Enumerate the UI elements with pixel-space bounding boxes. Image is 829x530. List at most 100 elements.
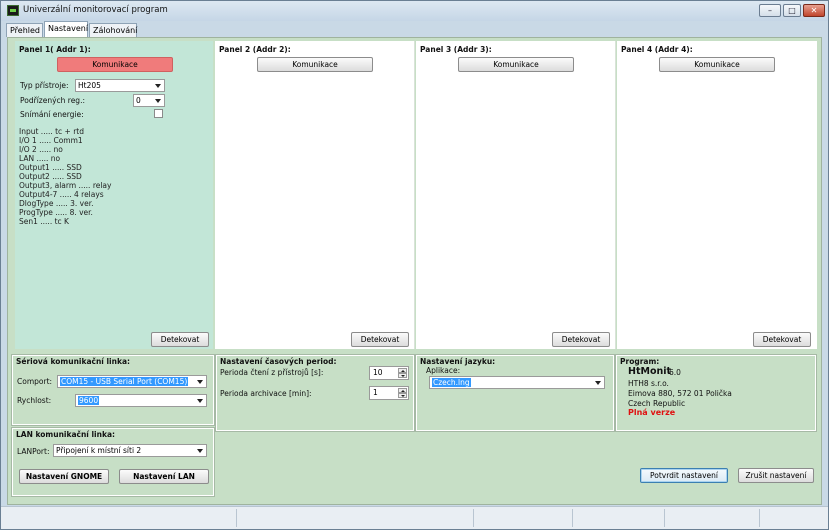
program-version: 6.0	[669, 368, 681, 377]
close-icon: ✕	[810, 6, 818, 15]
sub-reg-value: 0	[136, 96, 141, 105]
info-line: Input ..... tc + rtd	[19, 127, 85, 136]
lan-line-group: LAN komunikační linka: LANPort: Připojen…	[11, 427, 215, 497]
info-line: I/O 2 ..... no	[19, 145, 63, 154]
cancel-settings-button[interactable]: Zrušit nastavení	[738, 468, 814, 483]
timing-group: Nastavení časových period: Perioda čtení…	[215, 354, 415, 432]
serial-line-group: Sériová komunikační linka: Comport: COM1…	[11, 354, 215, 426]
read-period-stepper[interactable]: 10	[369, 366, 409, 380]
info-line: Output4-7 ..... 4 relays	[19, 190, 104, 199]
lanport-select[interactable]: Připojení k místní síti 2	[53, 444, 207, 457]
language-group: Nastavení jazyku: Aplikace: Czech.lng	[415, 354, 615, 432]
lanport-label: LANPort:	[17, 447, 50, 456]
program-edition: Plná verze	[628, 408, 676, 417]
detect-button[interactable]: Detekovat	[151, 332, 209, 347]
device-type-label: Typ přístroje:	[20, 81, 69, 90]
info-line: DlogType ..... 3. ver.	[19, 199, 94, 208]
communication-button[interactable]: Komunikace	[57, 57, 173, 72]
tab-prehled[interactable]: Přehled	[6, 23, 43, 37]
maximize-button[interactable]: □	[783, 4, 801, 17]
read-period-label: Perioda čtení z přístrojů [s]:	[220, 368, 324, 377]
panel-title: Panel 1( Addr 1):	[19, 45, 91, 54]
app-language-select[interactable]: Czech.lng	[429, 376, 605, 389]
communication-button[interactable]: Komunikace	[659, 57, 775, 72]
minimize-button[interactable]: –	[759, 4, 781, 17]
status-separator	[236, 509, 237, 527]
chevron-down-icon	[197, 399, 203, 403]
device-panel-4: Panel 4 (Addr 4): Komunikace Detekovat	[617, 41, 817, 349]
panel-title: Panel 3 (Addr 3):	[420, 45, 492, 54]
program-country: Czech Republic	[628, 399, 686, 408]
program-address: Eimova 880, 572 01 Polička	[628, 389, 732, 398]
maximize-icon: □	[788, 6, 796, 15]
info-line: Output1 ..... SSD	[19, 163, 82, 172]
device-panel-3: Panel 3 (Addr 3): Komunikace Detekovat	[416, 41, 616, 349]
device-panel-1: Panel 1( Addr 1): Komunikace Typ přístro…	[15, 41, 213, 349]
panel-title: Panel 2 (Addr 2):	[219, 45, 291, 54]
detect-button[interactable]: Detekovat	[552, 332, 610, 347]
lan-settings-button[interactable]: Nastavení LAN	[119, 469, 209, 484]
stepper-arrows-icon[interactable]	[398, 368, 407, 378]
info-line: LAN ..... no	[19, 154, 61, 163]
device-panel-2: Panel 2 (Addr 2): Komunikace Detekovat	[215, 41, 415, 349]
device-type-value: Ht205	[78, 81, 101, 90]
info-line: I/O 1 ..... Comm1	[19, 136, 83, 145]
close-button[interactable]: ✕	[803, 4, 825, 17]
group-title: Sériová komunikační linka:	[16, 357, 131, 366]
chevron-down-icon	[197, 449, 203, 453]
comport-value: COM15 - USB Serial Port (COM15)	[60, 377, 189, 386]
program-name: HtMonit	[628, 366, 672, 377]
speed-value: 9600	[78, 396, 100, 405]
app-icon	[7, 5, 19, 16]
minimize-icon: –	[768, 6, 772, 15]
confirm-settings-button[interactable]: Potvrdit nastavení	[640, 468, 728, 483]
tab-nastaveni[interactable]: Nastavení	[44, 21, 88, 37]
panel-title: Panel 4 (Addr 4):	[621, 45, 693, 54]
lanport-value: Připojení k místní síti 2	[56, 446, 142, 455]
energy-label: Snímání energie:	[20, 110, 84, 119]
app-window: Univerzální monitorovací program – □ ✕ P…	[0, 0, 829, 530]
tab-zalohovani[interactable]: Zálohování	[89, 23, 137, 37]
info-line: Output3, alarm ..... relay	[19, 181, 112, 190]
chevron-down-icon	[197, 380, 203, 384]
communication-button[interactable]: Komunikace	[458, 57, 574, 72]
status-separator	[572, 509, 573, 527]
title-bar[interactable]: Univerzální monitorovací program – □ ✕	[1, 1, 828, 21]
group-title: Program:	[620, 357, 660, 366]
sub-reg-select[interactable]: 0	[133, 94, 165, 107]
program-info-group: Program: HtMonit 6.0 HTH8 s.r.o. Eimova …	[615, 354, 817, 432]
chevron-down-icon	[595, 381, 601, 385]
group-title: LAN komunikační linka:	[16, 430, 116, 439]
speed-label: Rychlost:	[17, 396, 52, 405]
archive-period-stepper[interactable]: 1	[369, 386, 409, 400]
chevron-down-icon	[155, 84, 161, 88]
status-separator	[759, 509, 760, 527]
detect-button[interactable]: Detekovat	[351, 332, 409, 347]
settings-content: Panel 1( Addr 1): Komunikace Typ přístro…	[7, 37, 822, 505]
status-separator	[664, 509, 665, 527]
archive-period-value: 1	[373, 388, 378, 397]
communication-button[interactable]: Komunikace	[257, 57, 373, 72]
status-bar	[1, 506, 828, 529]
status-separator	[473, 509, 474, 527]
program-company: HTH8 s.r.o.	[628, 379, 669, 388]
comport-select[interactable]: COM15 - USB Serial Port (COM15)	[57, 375, 207, 388]
stepper-arrows-icon[interactable]	[398, 388, 407, 398]
comport-label: Comport:	[17, 377, 53, 386]
speed-select[interactable]: 9600	[75, 394, 207, 407]
archive-period-label: Perioda archivace [min]:	[220, 389, 312, 398]
group-title: Nastavení jazyku:	[420, 357, 496, 366]
group-title: Nastavení časových period:	[220, 357, 337, 366]
chevron-down-icon	[155, 99, 161, 103]
window-title: Univerzální monitorovací program	[23, 5, 168, 15]
app-language-value: Czech.lng	[432, 378, 471, 387]
device-type-select[interactable]: Ht205	[75, 79, 165, 92]
energy-checkbox[interactable]	[154, 109, 163, 118]
read-period-value: 10	[373, 368, 383, 377]
detect-button[interactable]: Detekovat	[753, 332, 811, 347]
info-line: ProgType ..... 8. ver.	[19, 208, 93, 217]
sub-reg-label: Podřízených reg.:	[20, 96, 85, 105]
gnome-settings-button[interactable]: Nastavení GNOME	[19, 469, 109, 484]
info-line: Sen1 ..... tc K	[19, 217, 69, 226]
app-language-label: Aplikace:	[426, 366, 461, 375]
